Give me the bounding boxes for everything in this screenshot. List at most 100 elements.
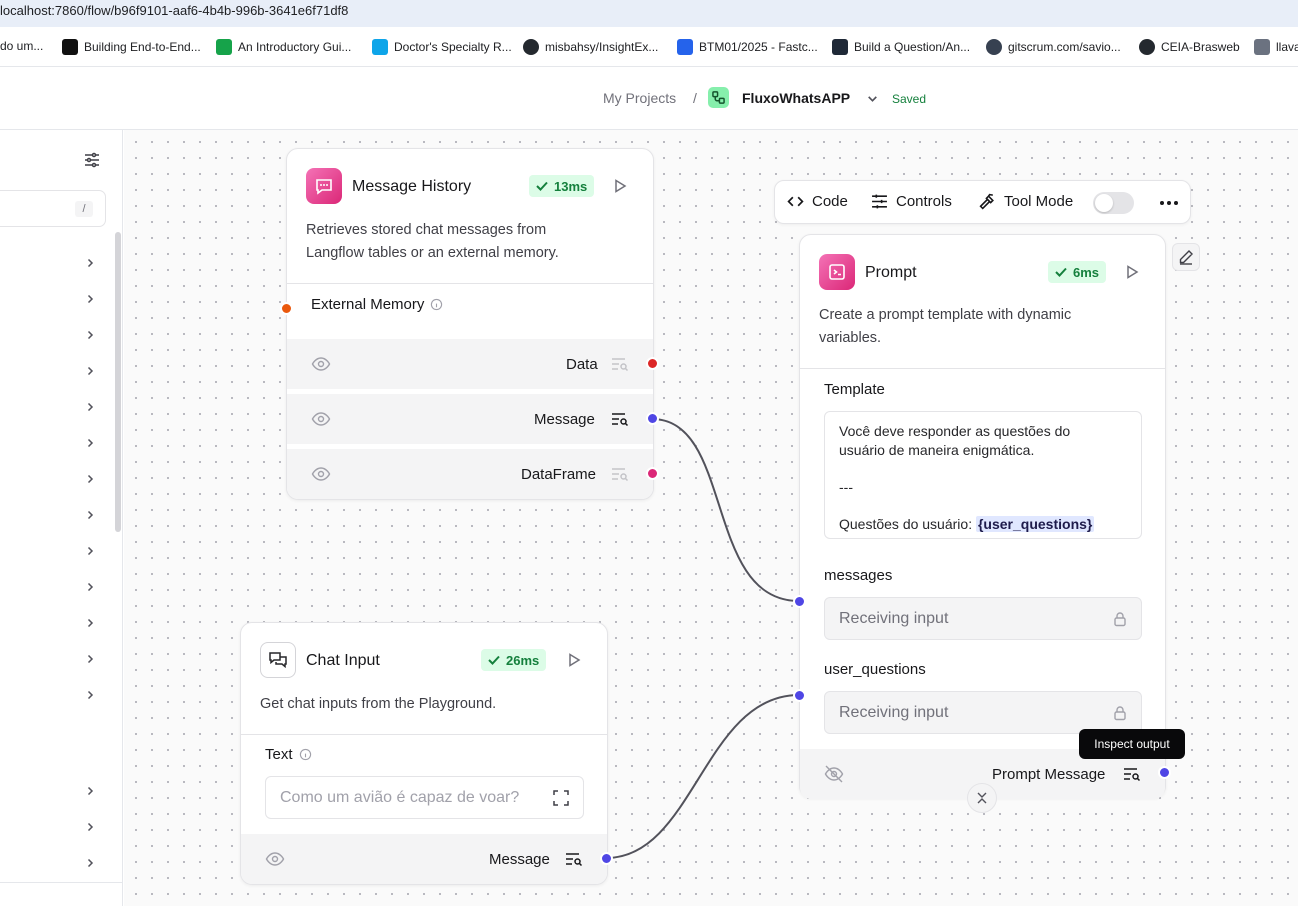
collapse-button[interactable] — [967, 783, 997, 813]
category-item[interactable] — [0, 249, 110, 277]
eye-icon[interactable] — [311, 464, 331, 484]
bookmark-item[interactable]: Building End-to-End... — [62, 39, 201, 55]
category-item[interactable] — [0, 357, 110, 385]
edit-button[interactable] — [1172, 243, 1200, 271]
timing-badge: 13ms — [529, 175, 595, 197]
output-handle[interactable] — [646, 467, 659, 480]
category-item[interactable] — [0, 429, 110, 457]
bookmark-item[interactable]: CEIA-Brasweb — [1139, 39, 1240, 55]
inspect-output-icon[interactable] — [565, 851, 583, 867]
sidebar-scrollbar[interactable] — [115, 232, 121, 532]
user-questions-input-handle[interactable] — [793, 689, 806, 702]
inspect-output-icon[interactable] — [1123, 766, 1141, 782]
eye-off-icon[interactable] — [824, 764, 844, 784]
timing-badge: 26ms — [481, 649, 547, 671]
category-item[interactable] — [0, 849, 110, 877]
book-icon — [1254, 39, 1270, 55]
tool-mode-toggle[interactable] — [1093, 192, 1134, 214]
eye-icon[interactable] — [265, 849, 285, 869]
bookmark-item[interactable]: misbahsy/InsightEx... — [523, 39, 658, 55]
prompt-message-output-handle[interactable] — [1158, 766, 1171, 779]
category-item[interactable] — [0, 465, 110, 493]
filter-settings-icon[interactable] — [84, 152, 100, 173]
my-projects-link[interactable]: My Projects — [603, 90, 676, 106]
edge-history-to-prompt — [651, 418, 800, 602]
category-item[interactable] — [0, 573, 110, 601]
divider — [800, 368, 1165, 369]
template-textarea[interactable]: Você deve responder as questões do usuár… — [824, 411, 1142, 539]
messages-input-handle[interactable] — [793, 595, 806, 608]
node-description: Get chat inputs from the Playground. — [260, 696, 497, 712]
components-sidebar: / — [0, 130, 123, 906]
output-label: Message — [534, 411, 595, 428]
chevron-right-icon — [87, 366, 94, 376]
browser-url-bar[interactable]: localhost:7860/flow/b96f9101-aaf6-4b4b-9… — [0, 0, 1298, 27]
messages-value: Receiving input — [839, 610, 949, 627]
play-icon[interactable] — [566, 652, 582, 668]
template-variable: {user_questions} — [975, 515, 1095, 532]
text-input[interactable]: Como um avião é capaz de voar? — [265, 776, 584, 819]
flow-canvas[interactable]: Message History 13ms Retrieves stored ch… — [124, 130, 1298, 906]
category-item[interactable] — [0, 777, 110, 805]
output-handle[interactable] — [646, 357, 659, 370]
chat-input-node[interactable]: Chat Input 26ms Get chat inputs from the… — [240, 622, 613, 885]
bookmark-item[interactable]: An Introductory Gui... — [216, 39, 351, 55]
node-toolbar: Code Controls Tool Mode — [774, 180, 1191, 224]
category-item[interactable] — [0, 285, 110, 313]
controls-button[interactable]: Controls — [871, 193, 952, 210]
bookmark-label: Build a Question/An... — [854, 40, 971, 54]
search-input[interactable]: / — [0, 190, 106, 227]
chevron-right-icon — [87, 258, 94, 268]
external-memory-handle[interactable] — [280, 302, 293, 315]
bookmark-item[interactable]: do um... — [0, 39, 43, 53]
chevrons-collapse-icon — [977, 792, 987, 804]
category-item[interactable] — [0, 501, 110, 529]
text-input-placeholder: Como um avião é capaz de voar? — [280, 789, 520, 806]
bookmark-label: An Introductory Gui... — [238, 40, 352, 54]
eye-icon[interactable] — [311, 409, 331, 429]
github-icon — [523, 39, 539, 55]
output-label: Data — [566, 356, 598, 373]
inspect-output-icon[interactable] — [611, 356, 629, 372]
github-icon — [1139, 39, 1155, 55]
bookmark-item[interactable]: BTM01/2025 - Fastc... — [677, 39, 818, 55]
category-item[interactable] — [0, 537, 110, 565]
inspect-output-icon[interactable] — [611, 411, 629, 427]
bookmark-item[interactable]: Build a Question/An... — [832, 39, 970, 55]
chat-bubbles-icon — [260, 642, 296, 678]
category-item[interactable] — [0, 609, 110, 637]
expand-icon[interactable] — [553, 790, 569, 806]
play-icon[interactable] — [612, 178, 628, 194]
prompt-node[interactable]: Prompt 6ms Create a prompt template with… — [793, 234, 1171, 799]
code-button[interactable]: Code — [787, 193, 848, 210]
bookmark-label: do um... — [0, 39, 44, 53]
medium-icon — [62, 39, 78, 55]
category-item[interactable] — [0, 681, 110, 709]
category-item[interactable] — [0, 321, 110, 349]
category-item[interactable] — [0, 813, 110, 841]
bookmark-item[interactable]: Doctor's Specialty R... — [372, 39, 512, 55]
play-icon[interactable] — [1124, 264, 1140, 280]
message-output-handle[interactable] — [600, 852, 613, 865]
template-text: Questões do usuário: — [839, 515, 976, 532]
node-description: Retrieves stored chat messages from — [306, 222, 547, 238]
controls-label: Controls — [896, 193, 952, 210]
user-questions-value: Receiving input — [839, 704, 949, 721]
bookmark-item[interactable]: llava — [1254, 39, 1298, 55]
bookmark-item[interactable]: gitscrum.com/savio... — [986, 39, 1121, 55]
inspect-output-icon[interactable] — [611, 466, 629, 482]
more-options-icon[interactable] — [1159, 200, 1179, 206]
category-item[interactable] — [0, 645, 110, 673]
template-line: Questões do usuário: {user_questions} — [839, 515, 1127, 534]
chevron-right-icon — [87, 402, 94, 412]
url-text[interactable]: localhost:7860/flow/b96f9101-aaf6-4b4b-9… — [0, 3, 348, 18]
timing-value: 26ms — [506, 652, 540, 668]
tool-mode-button[interactable]: Tool Mode — [979, 193, 1073, 210]
flow-name[interactable]: FluxoWhatsAPP — [742, 90, 850, 106]
output-handle[interactable] — [646, 412, 659, 425]
message-history-node[interactable]: Message History 13ms Retrieves stored ch… — [280, 148, 659, 500]
category-item[interactable] — [0, 393, 110, 421]
eye-icon[interactable] — [311, 354, 331, 374]
template-line: usuário de maneira enigmática. — [839, 441, 1035, 458]
chevron-down-icon[interactable] — [866, 92, 879, 110]
